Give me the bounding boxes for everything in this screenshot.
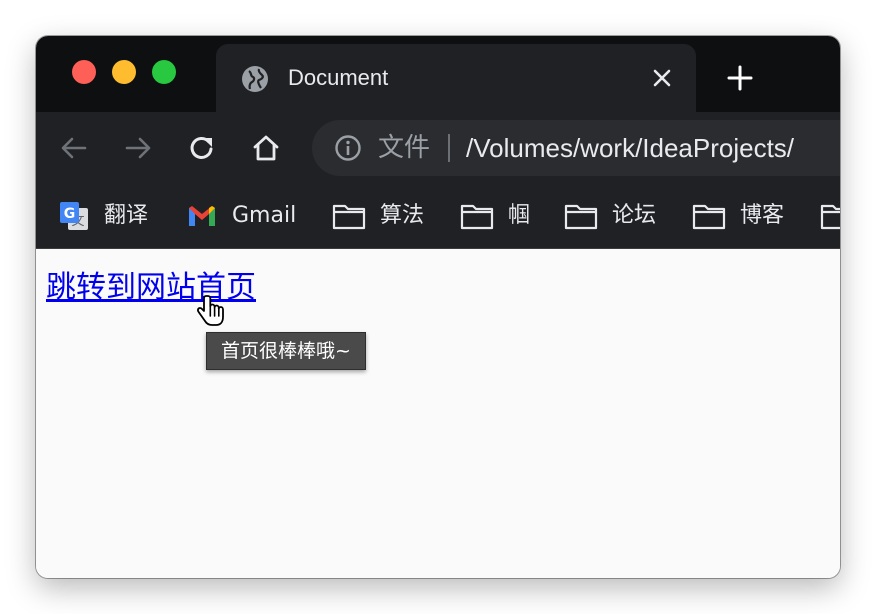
bookmark-folder-guo[interactable]: 帼 [460,200,530,232]
google-translate-icon: 文 G [60,202,88,230]
home-icon[interactable] [250,132,282,164]
bookmark-label: 论坛 [612,203,657,228]
tab-title: Document [288,65,389,90]
bookmark-label: 翻译 [104,203,149,228]
bookmark-folder-forum[interactable]: 论坛 [564,200,656,232]
plus-icon[interactable] [726,64,754,92]
window-minimize-button[interactable] [112,60,136,84]
bookmark-folder-algorithm[interactable]: 算法 [332,200,424,232]
close-icon[interactable] [650,66,674,90]
bookmark-gmail[interactable]: Gmail [186,200,296,232]
tab-document[interactable]: Document [216,44,696,112]
globe-icon [242,66,268,92]
bookmark-translate[interactable]: 文 G 翻译 [58,200,148,232]
bookmark-folder-overflow[interactable] [820,200,840,232]
hand-pointer-icon [197,295,224,326]
folder-icon [460,204,494,230]
svg-text:G: G [64,206,76,222]
browser-window: Document 文件 /Volumes/work/IdeaProjects/ … [36,36,840,578]
reload-icon[interactable] [186,132,218,164]
bookmarks-bar: 文 G 翻译 Gmail 算法 [36,184,840,249]
folder-icon [692,204,726,230]
address-bar[interactable]: 文件 /Volumes/work/IdeaProjects/ [312,120,840,176]
arrow-left-icon[interactable] [58,132,90,164]
scheme-label: 文件 [378,133,431,163]
arrow-right-icon[interactable] [122,132,154,164]
window-maximize-button[interactable] [152,60,176,84]
folder-icon [564,204,598,230]
folder-icon [820,204,840,230]
omnibox-divider [448,134,450,162]
gmail-icon [189,206,215,226]
bookmark-label: 博客 [740,203,785,228]
toolbar: 文件 /Volumes/work/IdeaProjects/ [36,112,840,184]
page-content: 跳转到网站首页 首页很棒棒哦~ [36,249,840,578]
window-close-button[interactable] [72,60,96,84]
link-tooltip: 首页很棒棒哦~ [206,332,366,370]
bookmark-folder-blog[interactable]: 博客 [692,200,784,232]
url-text[interactable]: /Volumes/work/IdeaProjects/ [466,132,794,164]
info-icon[interactable] [334,134,362,162]
bookmark-label: 算法 [380,203,425,228]
bookmark-label: Gmail [232,203,297,228]
folder-icon [332,204,366,230]
tab-strip: Document [36,36,840,112]
bookmark-label: 帼 [508,203,531,228]
